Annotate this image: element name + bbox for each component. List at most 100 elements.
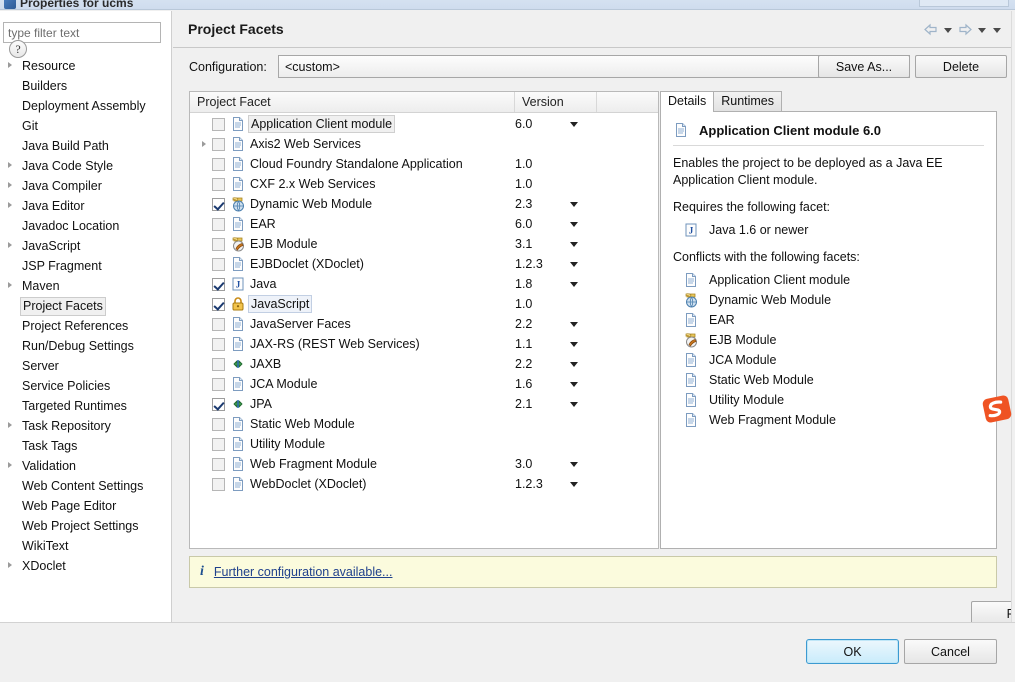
expand-arrow-icon[interactable] [8,462,12,468]
table-row[interactable]: JCA Module 1.6 [190,374,658,394]
save-as-button[interactable]: Save As... [818,55,910,78]
facet-version[interactable]: 3.0 [515,457,532,471]
version-chevron-down-icon[interactable] [570,462,578,467]
version-chevron-down-icon[interactable] [570,242,578,247]
forward-arrow-icon[interactable] [957,23,973,37]
facet-checkbox[interactable] [212,257,225,271]
sidebar-item-deployment-assembly[interactable]: Deployment Assembly [0,96,172,116]
sidebar-item-task-tags[interactable]: Task Tags [0,436,172,456]
facet-version[interactable]: 2.2 [515,317,532,331]
sidebar-item-java-build-path[interactable]: Java Build Path [0,136,172,156]
facet-checkbox[interactable] [212,157,225,171]
expand-arrow-icon[interactable] [8,422,12,428]
expand-arrow-icon[interactable] [8,62,12,68]
facet-version[interactable]: 1.2.3 [515,257,543,271]
version-chevron-down-icon[interactable] [570,342,578,347]
facet-checkbox[interactable] [212,237,225,251]
configuration-select[interactable]: <custom> [278,55,910,78]
help-icon[interactable]: ? [9,40,27,58]
expand-arrow-icon[interactable] [8,282,12,288]
table-row[interactable]: JavaServer Faces 2.2 [190,314,658,334]
facet-checkbox[interactable] [212,477,225,491]
sidebar-item-java-editor[interactable]: Java Editor [0,196,172,216]
forward-menu-chevron-down-icon[interactable] [978,27,986,33]
facet-version[interactable]: 1.6 [515,377,532,391]
column-header-project-facet[interactable]: Project Facet [190,92,515,112]
table-row[interactable]: WebDoclet (XDoclet) 1.2.3 [190,474,658,494]
further-configuration-link[interactable]: Further configuration available... [214,565,393,579]
expand-arrow-icon[interactable] [8,182,12,188]
table-row[interactable]: JPA 2.1 [190,394,658,414]
sidebar-item-jsp-fragment[interactable]: JSP Fragment [0,256,172,276]
version-chevron-down-icon[interactable] [570,202,578,207]
table-row[interactable]: JAX-RS (REST Web Services) 1.1 [190,334,658,354]
facet-version[interactable]: 1.0 [515,157,532,171]
facet-version[interactable]: 2.1 [515,397,532,411]
sidebar-item-resource[interactable]: Resource [0,56,172,76]
facet-checkbox[interactable] [212,337,225,351]
facet-checkbox[interactable] [212,377,225,391]
sidebar-item-project-facets[interactable]: Project Facets [0,296,172,316]
facet-checkbox[interactable] [212,177,225,191]
table-row[interactable]: Cloud Foundry Standalone Application 1.0 [190,154,658,174]
facet-version[interactable]: 2.2 [515,357,532,371]
table-row[interactable]: CXF 2.x Web Services 1.0 [190,174,658,194]
facet-version[interactable]: 6.0 [515,217,532,231]
table-row[interactable]: JavaScript 1.0 [190,294,658,314]
version-chevron-down-icon[interactable] [570,482,578,487]
ok-button[interactable]: OK [806,639,899,664]
facet-checkbox[interactable] [212,277,225,291]
sidebar-item-targeted-runtimes[interactable]: Targeted Runtimes [0,396,172,416]
facet-version[interactable]: 1.0 [515,177,532,191]
tab-runtimes[interactable]: Runtimes [713,91,783,111]
window-controls[interactable] [919,0,1009,7]
tab-details[interactable]: Details [660,91,715,112]
facet-version[interactable]: 1.2.3 [515,477,543,491]
expand-arrow-icon[interactable] [200,134,212,154]
facet-checkbox[interactable] [212,317,225,331]
facet-checkbox[interactable] [212,417,225,431]
facet-checkbox[interactable] [212,397,225,411]
facet-version[interactable]: 1.0 [515,297,532,311]
table-row[interactable]: Dynamic Web Module 2.3 [190,194,658,214]
expand-arrow-icon[interactable] [8,162,12,168]
sidebar-item-javascript[interactable]: JavaScript [0,236,172,256]
sidebar-item-web-project-settings[interactable]: Web Project Settings [0,516,172,536]
delete-button[interactable]: Delete [915,55,1007,78]
facet-checkbox[interactable] [212,117,225,131]
expand-arrow-icon[interactable] [8,202,12,208]
facet-version[interactable]: 2.3 [515,197,532,211]
facet-version[interactable]: 6.0 [515,117,532,131]
page-menu-chevron-down-icon[interactable] [993,27,1001,33]
sidebar-item-java-code-style[interactable]: Java Code Style [0,156,172,176]
facet-checkbox[interactable] [212,137,225,151]
sidebar-item-task-repository[interactable]: Task Repository [0,416,172,436]
sidebar-item-web-page-editor[interactable]: Web Page Editor [0,496,172,516]
table-row[interactable]: J Java 1.8 [190,274,658,294]
table-row[interactable]: Utility Module [190,434,658,454]
facet-checkbox[interactable] [212,457,225,471]
table-row[interactable]: EJB Module 3.1 [190,234,658,254]
version-chevron-down-icon[interactable] [570,382,578,387]
sidebar-item-service-policies[interactable]: Service Policies [0,376,172,396]
back-menu-chevron-down-icon[interactable] [944,27,952,33]
version-chevron-down-icon[interactable] [570,122,578,127]
facet-checkbox[interactable] [212,357,225,371]
table-row[interactable]: EJBDoclet (XDoclet) 1.2.3 [190,254,658,274]
facet-checkbox[interactable] [212,437,225,451]
sidebar-item-git[interactable]: Git [0,116,172,136]
sidebar-item-maven[interactable]: Maven [0,276,172,296]
sidebar-item-project-references[interactable]: Project References [0,316,172,336]
sidebar-item-javadoc-location[interactable]: Javadoc Location [0,216,172,236]
table-row[interactable]: Axis2 Web Services [190,134,658,154]
version-chevron-down-icon[interactable] [570,362,578,367]
sidebar-item-validation[interactable]: Validation [0,456,172,476]
filter-input[interactable] [3,22,161,43]
column-header-version[interactable]: Version [515,92,597,112]
sidebar-item-java-compiler[interactable]: Java Compiler [0,176,172,196]
facet-checkbox[interactable] [212,197,225,211]
sidebar-item-builders[interactable]: Builders [0,76,172,96]
facet-version[interactable]: 1.8 [515,277,532,291]
table-row[interactable]: EAR 6.0 [190,214,658,234]
version-chevron-down-icon[interactable] [570,222,578,227]
